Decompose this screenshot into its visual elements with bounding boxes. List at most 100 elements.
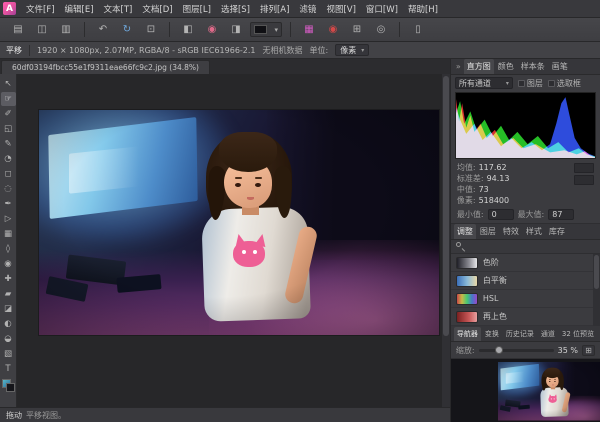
zoom-slider[interactable] [479, 349, 554, 352]
units-label: 单位: [310, 45, 329, 56]
tab-channels[interactable]: 通道 [538, 327, 558, 341]
tab-transform[interactable]: 变换 [482, 327, 502, 341]
undo-icon[interactable]: ↶ [93, 21, 113, 38]
color-picker-tool[interactable]: ✐ [1, 107, 16, 121]
zoom-slider-knob[interactable] [495, 346, 503, 354]
pen-tool[interactable]: ✒ [1, 197, 16, 211]
layer-checkbox-group: 图层 [518, 78, 543, 89]
status-hint-text: 平移视图。 [26, 410, 66, 421]
rulers-toggle-icon[interactable]: ▯ [408, 21, 428, 38]
menu-bar: A 文件[F] 编辑[E] 文本[T] 文档[D] 图层[L] 选择[S] 排列… [0, 0, 600, 18]
tab-navigator[interactable]: 导航器 [454, 327, 481, 341]
menu-layer[interactable]: 图层[L] [178, 0, 216, 17]
open-document-icon[interactable]: ▤ [8, 21, 28, 38]
adjustments-scrollbar[interactable] [593, 254, 600, 326]
toolbar-separator [399, 22, 400, 37]
node-tool[interactable]: ▷ [1, 212, 16, 226]
tab-layers[interactable]: 图层 [477, 224, 499, 239]
crop-tool[interactable]: ◱ [1, 122, 16, 136]
new-from-clipboard-icon[interactable]: ◫ [32, 21, 52, 38]
menu-document[interactable]: 文档[D] [137, 0, 177, 17]
move-tool[interactable]: ↖ [1, 77, 16, 91]
tab-histogram[interactable]: 直方图 [464, 59, 494, 74]
snapping-toggle-icon[interactable]: ⊞ [347, 21, 367, 38]
menu-view[interactable]: 视图[V] [321, 0, 360, 17]
navigator-zoom-row: 缩放: 35 % ⊞ [451, 342, 600, 358]
assistant-icon[interactable]: ◎ [371, 21, 391, 38]
list-item-hsl[interactable]: HSL [451, 290, 593, 308]
chevron-down-icon: ▾ [274, 26, 278, 34]
mesh-warp-tool[interactable]: ▦ [1, 227, 16, 241]
selection-brush-tool[interactable]: ✎ [1, 137, 16, 151]
adjustments-panel-tabs: 调整 图层 特效 样式 库存 [451, 224, 600, 240]
tab-history[interactable]: 历史记录 [503, 327, 537, 341]
min-value-input[interactable]: 0 [488, 209, 514, 220]
menu-edit[interactable]: 编辑[E] [60, 0, 99, 17]
minmax-row: 最小值: 0 最大值: 87 [451, 206, 600, 224]
export-document-icon[interactable]: ▥ [56, 21, 76, 38]
merge-layers-icon[interactable]: ◨ [226, 21, 246, 38]
view-tool[interactable]: ☞ [1, 92, 16, 106]
navigator-thumbnail[interactable] [498, 362, 600, 421]
tab-stock[interactable]: 库存 [546, 224, 568, 239]
document-tab[interactable]: 60df03194fbcc55e1f9311eae66fc9c2.jpg (34… [1, 60, 210, 74]
list-item-white-balance[interactable]: 白平衡 [451, 272, 593, 290]
text-tool[interactable]: T [1, 362, 16, 376]
max-label: 最大值: [518, 209, 545, 220]
marquee-select-tool[interactable]: ◻ [1, 167, 16, 181]
foreground-background-swatch[interactable] [2, 379, 15, 392]
healing-brush-tool[interactable]: ✚ [1, 272, 16, 286]
menu-filter[interactable]: 滤镜 [294, 0, 321, 17]
stat-median: 中值: 73 [457, 184, 568, 195]
layer-checkbox[interactable] [518, 80, 525, 87]
erase-tool[interactable]: ◪ [1, 302, 16, 316]
tab-color[interactable]: 颜色 [495, 59, 517, 74]
tab-32bit-preview[interactable]: 32 位预览 [559, 327, 597, 341]
lasso-tool[interactable]: ◌ [1, 182, 16, 196]
list-item-levels[interactable]: 色阶 [451, 254, 593, 272]
list-item-recolor[interactable]: 再上色 [451, 308, 593, 326]
menu-help[interactable]: 帮助[H] [403, 0, 443, 17]
grid-toggle-icon[interactable]: ▦ [299, 21, 319, 38]
perspective-tool[interactable]: ◊ [1, 242, 16, 256]
tab-effects[interactable]: 特效 [500, 224, 522, 239]
menu-window[interactable]: 窗口[W] [361, 0, 403, 17]
color-swatch-dropdown[interactable]: ▾ [250, 22, 282, 37]
clone-stamp-tool[interactable]: ◉ [1, 257, 16, 271]
guides-toggle-icon[interactable]: ◉ [323, 21, 343, 38]
navigator-preview[interactable] [451, 358, 600, 422]
adjustments-scrollbar-thumb[interactable] [594, 255, 599, 289]
menu-arrange[interactable]: 排列[A] [255, 0, 294, 17]
canvas-area[interactable] [17, 74, 442, 407]
menu-text[interactable]: 文本[T] [99, 0, 138, 17]
zoom-label: 缩放: [456, 345, 475, 356]
zoom-fit-icon[interactable]: ⊡ [141, 21, 161, 38]
panel-collapse-icon[interactable]: » [454, 62, 463, 71]
dodge-burn-tool[interactable]: ◐ [1, 317, 16, 331]
vertical-scrollbar[interactable] [442, 74, 450, 407]
channel-select[interactable]: 所有通道 ▾ [455, 77, 513, 89]
menu-select[interactable]: 选择[S] [216, 0, 255, 17]
blur-tool[interactable]: ◒ [1, 332, 16, 346]
rotate-view-icon[interactable]: ↻ [117, 21, 137, 38]
tab-swatches[interactable]: 样本条 [518, 59, 548, 74]
menu-file[interactable]: 文件[F] [21, 0, 60, 17]
max-value-input[interactable]: 87 [548, 209, 574, 220]
units-select[interactable]: 像素 ▾ [335, 44, 369, 56]
chevron-down-icon: ▾ [361, 47, 364, 54]
adjustments-list: 色阶 白平衡 HSL 再上色 [451, 254, 600, 326]
tab-adjustments[interactable]: 调整 [454, 224, 476, 239]
zoom-fit-button[interactable]: ⊞ [582, 345, 595, 356]
marquee-checkbox[interactable] [548, 80, 555, 87]
paint-brush-tool[interactable]: ▰ [1, 287, 16, 301]
adjustments-search-field[interactable] [451, 240, 600, 254]
tab-brushes[interactable]: 画笔 [549, 59, 571, 74]
flood-select-tool[interactable]: ◔ [1, 152, 16, 166]
split-view-icon[interactable]: ◧ [178, 21, 198, 38]
vertical-scrollbar-thumb[interactable] [443, 76, 449, 336]
histogram-chart [455, 92, 596, 159]
tab-styles[interactable]: 样式 [523, 224, 545, 239]
quick-mask-icon[interactable]: ◉ [202, 21, 222, 38]
stat-label: 标准差: [457, 173, 484, 184]
gradient-tool[interactable]: ▧ [1, 347, 16, 361]
